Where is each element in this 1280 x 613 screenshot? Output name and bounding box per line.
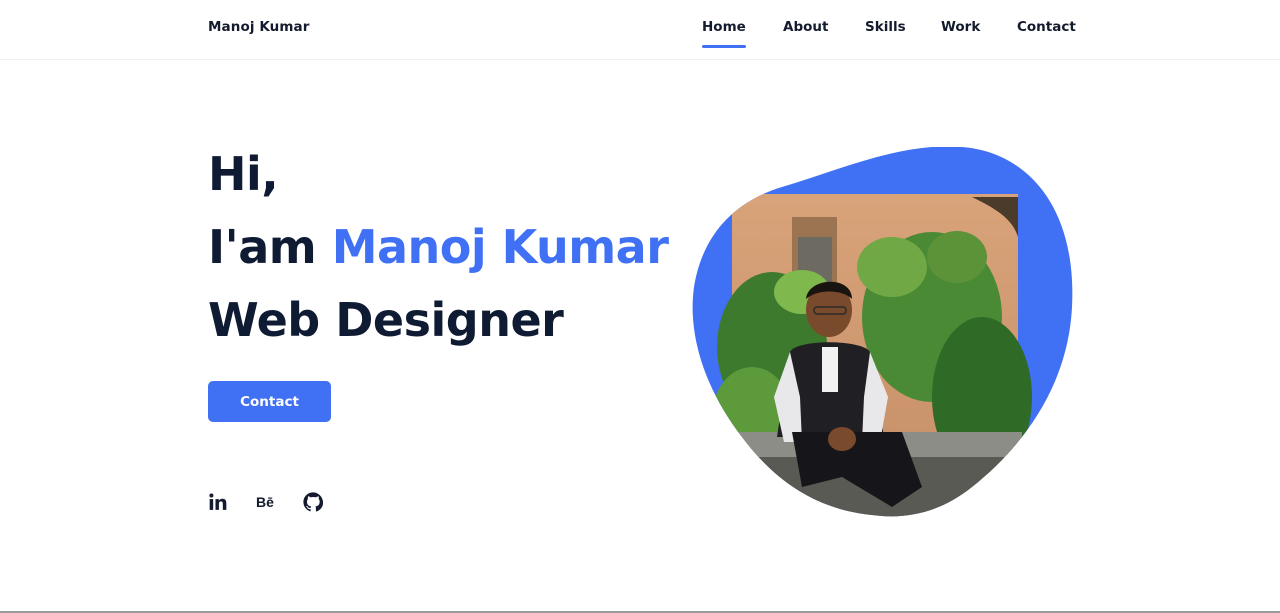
github-icon bbox=[303, 492, 323, 512]
linkedin-link[interactable] bbox=[208, 492, 230, 514]
hero-greeting: Hi, bbox=[208, 147, 279, 201]
hero-title: Hi, I'am Manoj Kumar Web Designer bbox=[208, 138, 669, 357]
nav-skills[interactable]: Skills bbox=[865, 19, 906, 35]
behance-icon: Bē bbox=[256, 494, 274, 510]
hero-intro: I'am Manoj Kumar bbox=[208, 211, 669, 284]
hero-intro-prefix: I'am bbox=[208, 220, 332, 274]
contact-button[interactable]: Contact bbox=[208, 381, 331, 422]
behance-link[interactable]: Bē bbox=[256, 492, 278, 514]
github-link[interactable] bbox=[303, 492, 325, 514]
nav-contact[interactable]: Contact bbox=[1017, 19, 1076, 35]
nav-work[interactable]: Work bbox=[941, 19, 980, 35]
nav-about[interactable]: About bbox=[783, 19, 828, 35]
linkedin-icon bbox=[209, 493, 227, 510]
profile-photo-blob bbox=[692, 147, 1074, 518]
profile-photo bbox=[692, 147, 1073, 517]
hero-name: Manoj Kumar bbox=[331, 220, 669, 274]
site-header: Manoj Kumar Home About Skills Work Conta… bbox=[0, 0, 1280, 60]
hero-role: Web Designer bbox=[208, 293, 564, 347]
main-nav: Home About Skills Work Contact bbox=[0, 19, 1280, 49]
nav-home[interactable]: Home bbox=[702, 19, 746, 48]
